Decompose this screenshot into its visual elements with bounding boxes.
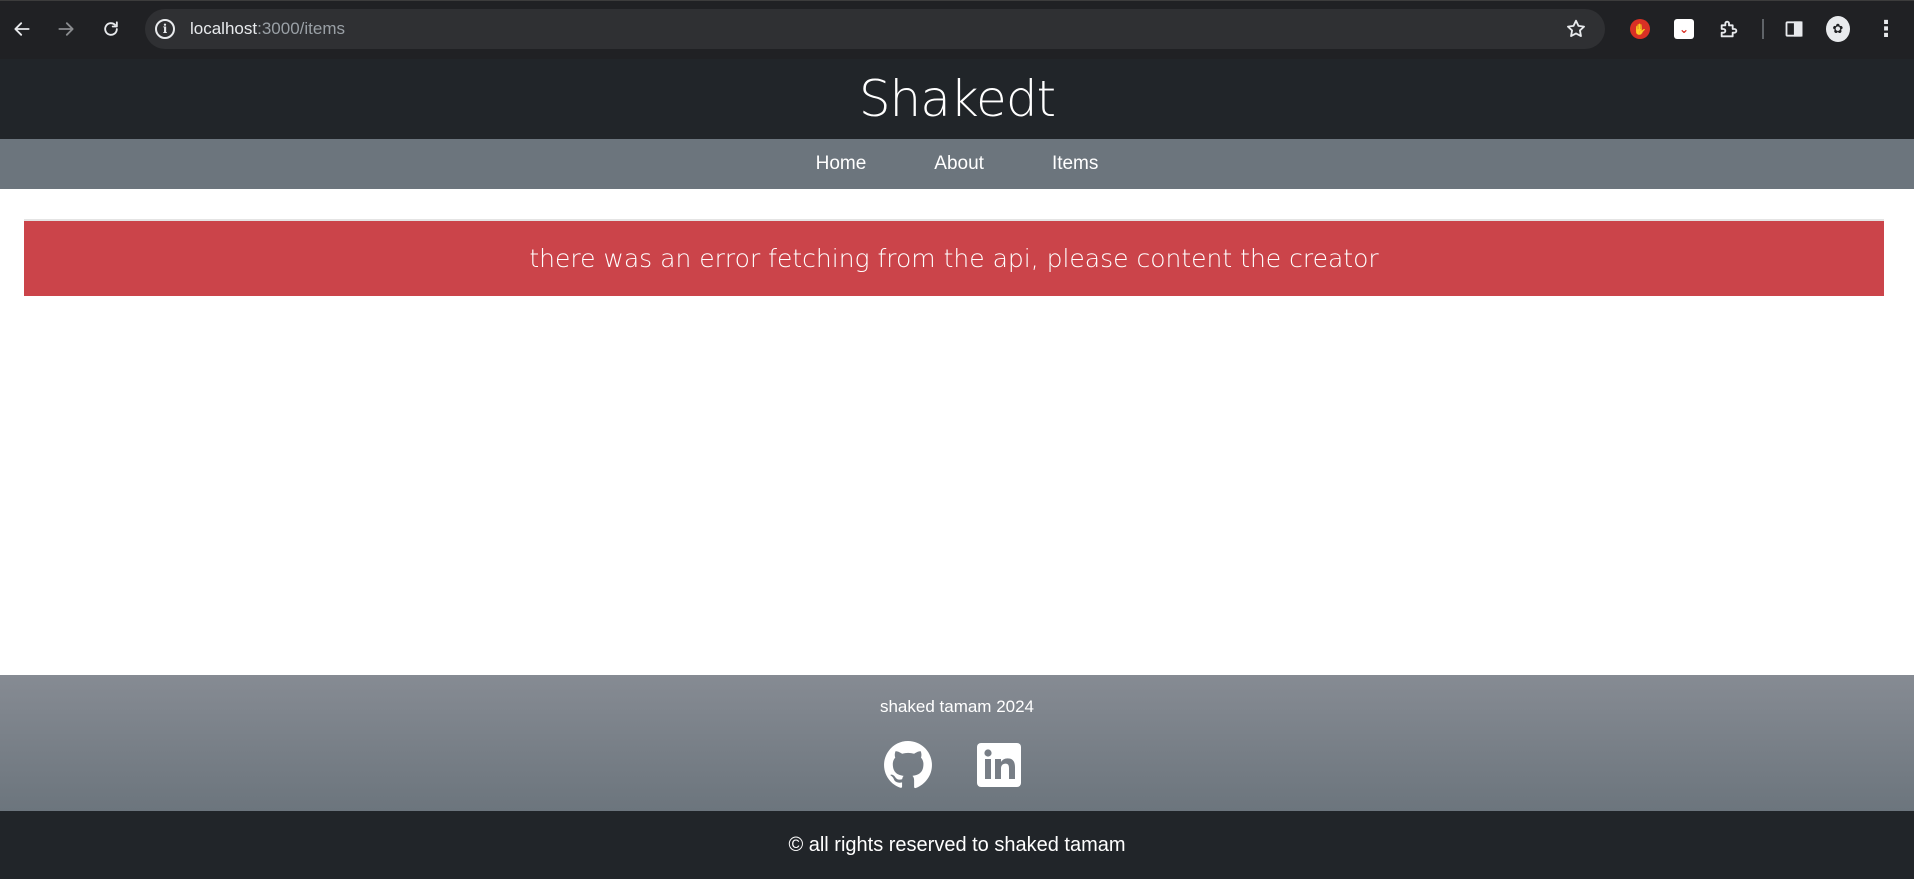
copyright-text: © all rights reserved to shaked tamam: [788, 833, 1126, 856]
copyright-bar: © all rights reserved to shaked tamam: [0, 811, 1914, 879]
forward-button[interactable]: [50, 13, 82, 45]
toolbar-separator: [1762, 19, 1764, 39]
browser-toolbar: i localhost:3000/items ✋ ⌄ ✿ ⋮: [0, 0, 1914, 59]
forward-icon: [58, 22, 74, 36]
address-bar[interactable]: i localhost:3000/items: [145, 9, 1605, 49]
linkedin-icon: [977, 743, 1021, 787]
pocket-icon: ⌄: [1674, 19, 1694, 39]
main-content: there was an error fetching from the api…: [0, 189, 1914, 675]
pocket-extension-button[interactable]: ⌄: [1672, 17, 1696, 41]
site-header: Shakedt: [0, 59, 1914, 139]
url-host: localhost: [190, 19, 258, 38]
toolbar-divider: [0, 0, 1914, 1]
url-path: :3000/items: [257, 19, 345, 38]
bookmark-star-icon[interactable]: [1565, 18, 1587, 40]
reload-button[interactable]: [95, 13, 127, 45]
profile-avatar-icon: ✿: [1826, 16, 1850, 42]
url-text[interactable]: localhost:3000/items: [190, 19, 345, 39]
browser-menu-button[interactable]: ⋮: [1874, 16, 1898, 41]
site-title: Shakedt: [858, 70, 1056, 128]
extensions-icon: [1720, 20, 1738, 38]
adblock-icon: ✋: [1630, 19, 1650, 39]
footer-credit: shaked tamam 2024: [879, 697, 1035, 716]
nav-link-items[interactable]: Items: [1052, 153, 1098, 175]
kebab-menu-icon: ⋮: [1875, 16, 1897, 41]
reload-icon: [104, 21, 118, 36]
back-button[interactable]: [6, 13, 38, 45]
profile-button[interactable]: ✿: [1826, 16, 1850, 42]
site-footer: shaked tamam 2024: [0, 675, 1914, 811]
github-link[interactable]: [883, 740, 933, 790]
github-icon: [884, 741, 932, 789]
nav-link-about[interactable]: About: [934, 153, 984, 175]
error-message: there was an error fetching from the api…: [529, 244, 1379, 273]
back-icon: [14, 22, 30, 36]
linkedin-link[interactable]: [974, 740, 1024, 790]
adblock-extension-button[interactable]: ✋: [1628, 17, 1652, 41]
side-panel-icon: [1785, 21, 1803, 37]
side-panel-button[interactable]: [1782, 17, 1806, 41]
extensions-button[interactable]: [1717, 17, 1741, 41]
main-navigation: Home About Items: [0, 139, 1914, 189]
site-info-icon[interactable]: i: [155, 19, 175, 39]
error-alert: there was an error fetching from the api…: [24, 219, 1884, 296]
nav-link-home[interactable]: Home: [816, 153, 867, 175]
